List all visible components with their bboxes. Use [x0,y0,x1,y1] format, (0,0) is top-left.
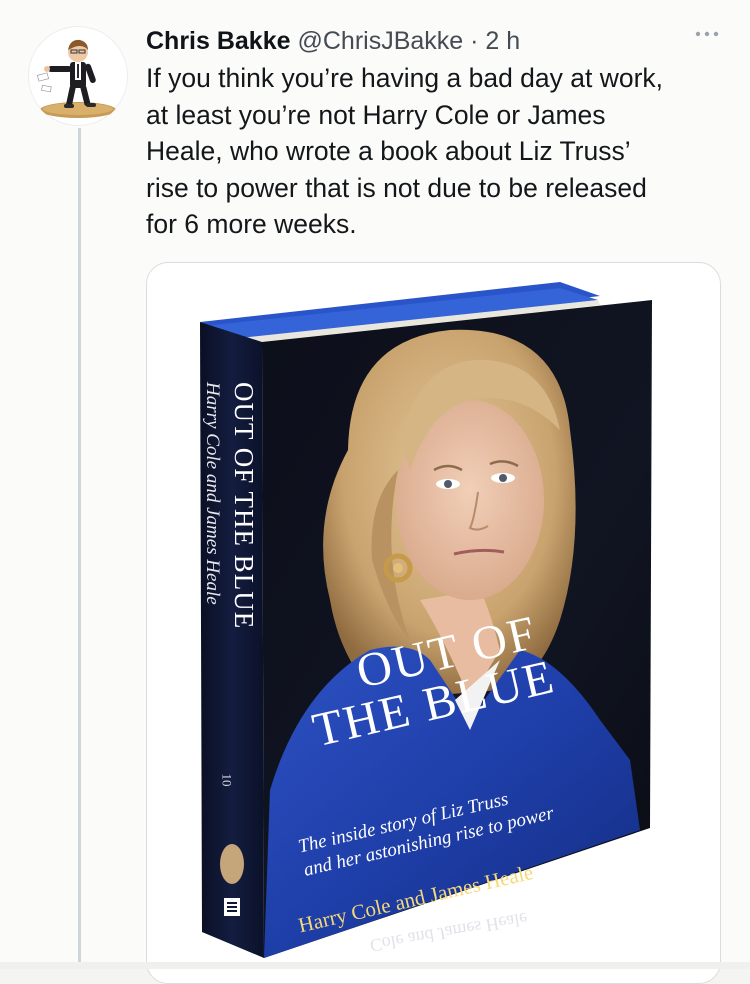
spine-authors: Harry Cole and James Heale [202,382,223,605]
tweet-card[interactable]: Chris Bakke @ChrisJBakke · 2 h If you th… [0,0,750,984]
bottom-divider [0,962,750,969]
spine-title: OUT OF THE BLUE [229,382,259,630]
spine-number: 10 [219,773,235,787]
